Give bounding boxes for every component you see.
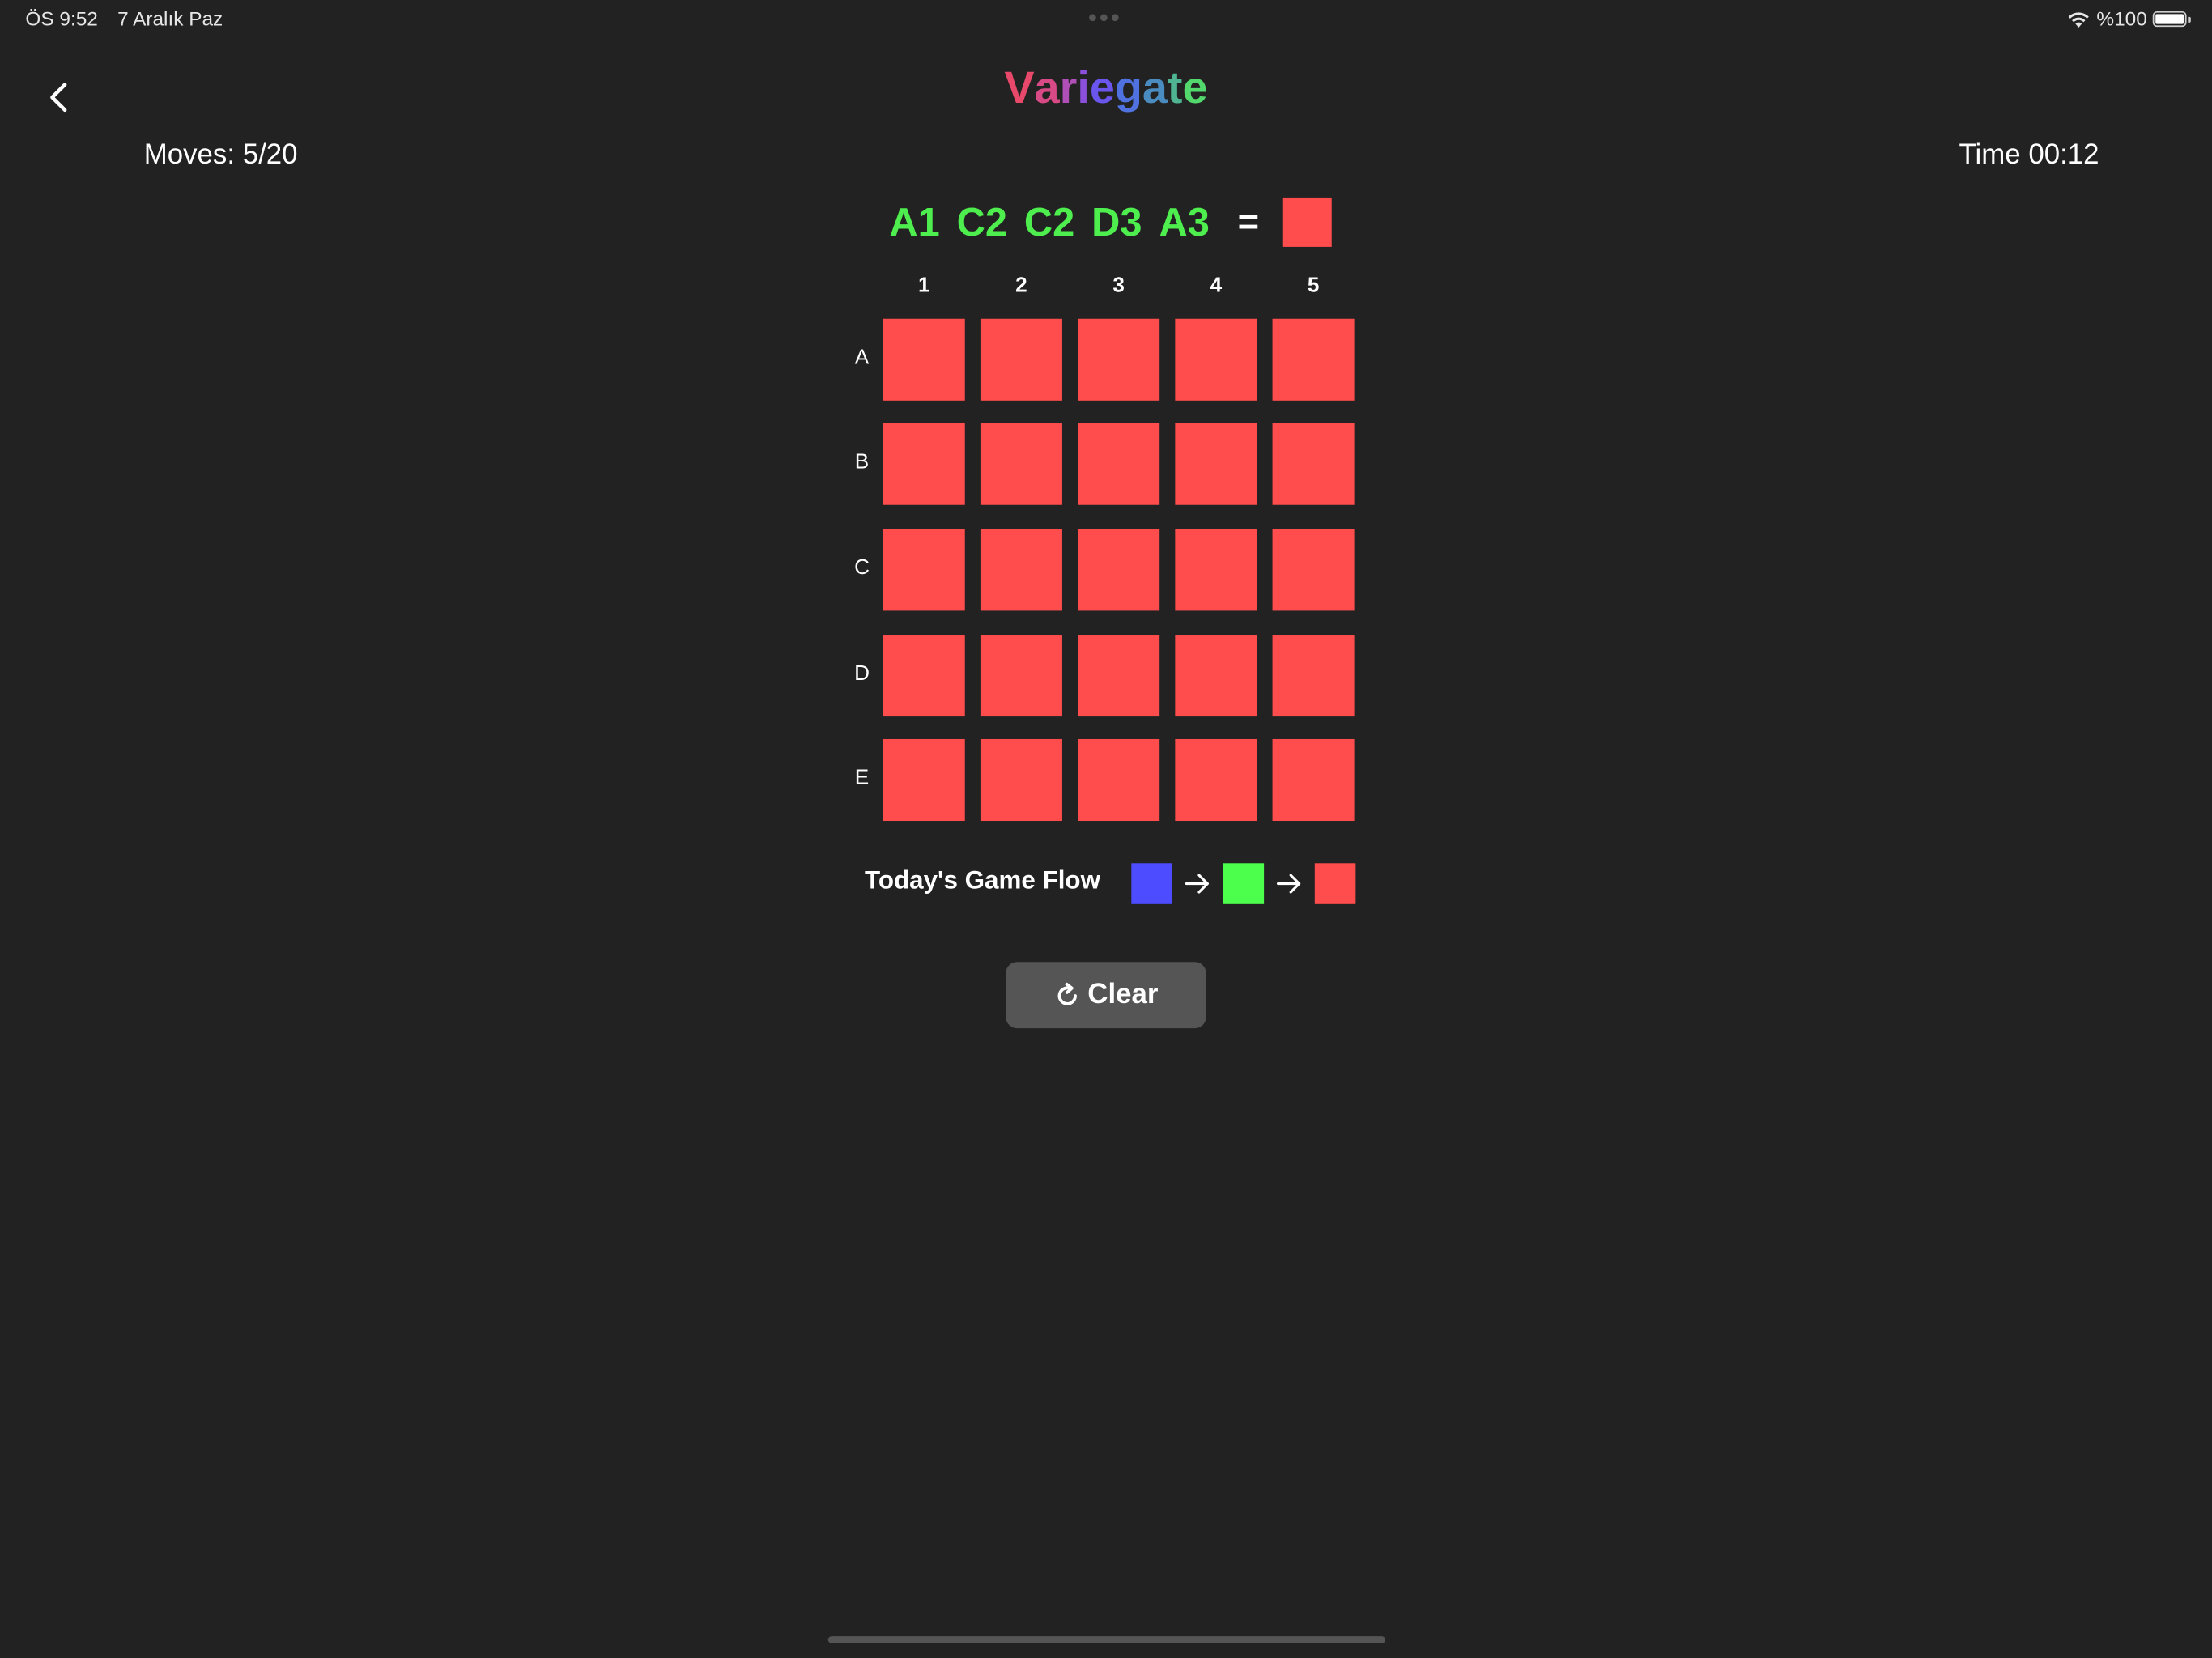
- grid-cell[interactable]: [1272, 738, 1355, 822]
- refresh-icon: [1057, 981, 1077, 1005]
- title-letter: V: [1004, 62, 1035, 113]
- equals-sign: =: [1237, 200, 1260, 243]
- column-label: 1: [917, 274, 930, 298]
- row-label: D: [854, 661, 870, 686]
- arrow-right-icon: [1182, 863, 1213, 904]
- row-label: C: [854, 555, 870, 580]
- sequence-move[interactable]: C2: [1024, 200, 1074, 245]
- home-indicator[interactable]: [827, 1636, 1385, 1643]
- grid-cell[interactable]: [1272, 318, 1355, 401]
- target-color-swatch: [1282, 197, 1331, 247]
- grid-cell[interactable]: [1175, 635, 1257, 717]
- grid-cell[interactable]: [1175, 318, 1257, 401]
- grid-cell[interactable]: [1272, 423, 1355, 505]
- status-bar-right: %100: [2067, 6, 2191, 30]
- status-time: ÖS 9:52: [25, 6, 98, 30]
- clear-button[interactable]: Clear: [1006, 962, 1206, 1029]
- grid-cell[interactable]: [1175, 529, 1257, 611]
- sequence-move[interactable]: A3: [1159, 200, 1209, 245]
- grid-cell[interactable]: [1078, 318, 1160, 401]
- sequence-move[interactable]: A1: [889, 200, 939, 245]
- app-screen: ÖS 9:52 7 Aralık Paz %100 Variegate Move…: [0, 0, 2212, 1658]
- grid-cell[interactable]: [883, 318, 965, 401]
- title-letter: a: [1142, 62, 1168, 113]
- title-letter: e: [1089, 62, 1115, 113]
- grid-cell[interactable]: [980, 318, 1062, 401]
- row-label: A: [854, 345, 870, 370]
- sequence-move[interactable]: D3: [1091, 200, 1142, 245]
- grid-cell[interactable]: [1272, 529, 1355, 611]
- row-label: B: [854, 449, 870, 474]
- column-label: 3: [1112, 274, 1125, 298]
- grid-cell[interactable]: [980, 635, 1062, 717]
- timer: Time 00:12: [1959, 139, 2099, 171]
- flow-color-swatch: [1314, 863, 1356, 904]
- title-letter: i: [1077, 62, 1090, 113]
- multitasking-dots-icon[interactable]: [1089, 14, 1119, 22]
- sequence-move[interactable]: C2: [957, 200, 1007, 245]
- game-flow-label: Today's Game Flow: [865, 865, 1100, 895]
- title-letter: r: [1059, 62, 1078, 113]
- grid-cell[interactable]: [1175, 738, 1257, 822]
- grid-cell[interactable]: [1078, 635, 1160, 717]
- grid-cell[interactable]: [980, 738, 1062, 822]
- flow-color-swatch: [1223, 863, 1265, 904]
- battery-icon: [2152, 11, 2191, 27]
- grid-cell[interactable]: [883, 738, 965, 822]
- move-sequence: A1 C2 C2 D3 A3 =: [0, 197, 2212, 247]
- moves-counter: Moves: 5/20: [143, 139, 298, 171]
- clear-button-label: Clear: [1087, 979, 1159, 1010]
- grid-cell[interactable]: [1175, 423, 1257, 505]
- battery-percent: %100: [2096, 6, 2147, 30]
- grid-cell[interactable]: [1078, 529, 1160, 611]
- title-letter: e: [1182, 62, 1208, 113]
- grid-cell[interactable]: [883, 635, 965, 717]
- grid-cell[interactable]: [1078, 738, 1160, 822]
- column-label: 2: [1015, 274, 1027, 298]
- row-label: E: [854, 766, 870, 790]
- grid-cell[interactable]: [980, 529, 1062, 611]
- grid-cell[interactable]: [883, 529, 965, 611]
- title-letter: t: [1167, 62, 1183, 113]
- column-label: 5: [1307, 274, 1320, 298]
- status-bar-left: ÖS 9:52 7 Aralık Paz: [25, 7, 236, 30]
- grid-cell[interactable]: [980, 423, 1062, 505]
- column-label: 4: [1210, 274, 1223, 298]
- grid-cell[interactable]: [1272, 635, 1355, 717]
- title-letter: g: [1114, 62, 1142, 113]
- status-date: 7 Aralık Paz: [117, 6, 223, 30]
- app-title: Variegate: [0, 62, 2212, 114]
- title-letter: a: [1034, 62, 1060, 113]
- arrow-right-icon: [1274, 863, 1304, 904]
- flow-color-swatch: [1131, 863, 1172, 904]
- grid-cell[interactable]: [883, 423, 965, 505]
- grid-cell[interactable]: [1078, 423, 1160, 505]
- wifi-icon: [2069, 11, 2090, 28]
